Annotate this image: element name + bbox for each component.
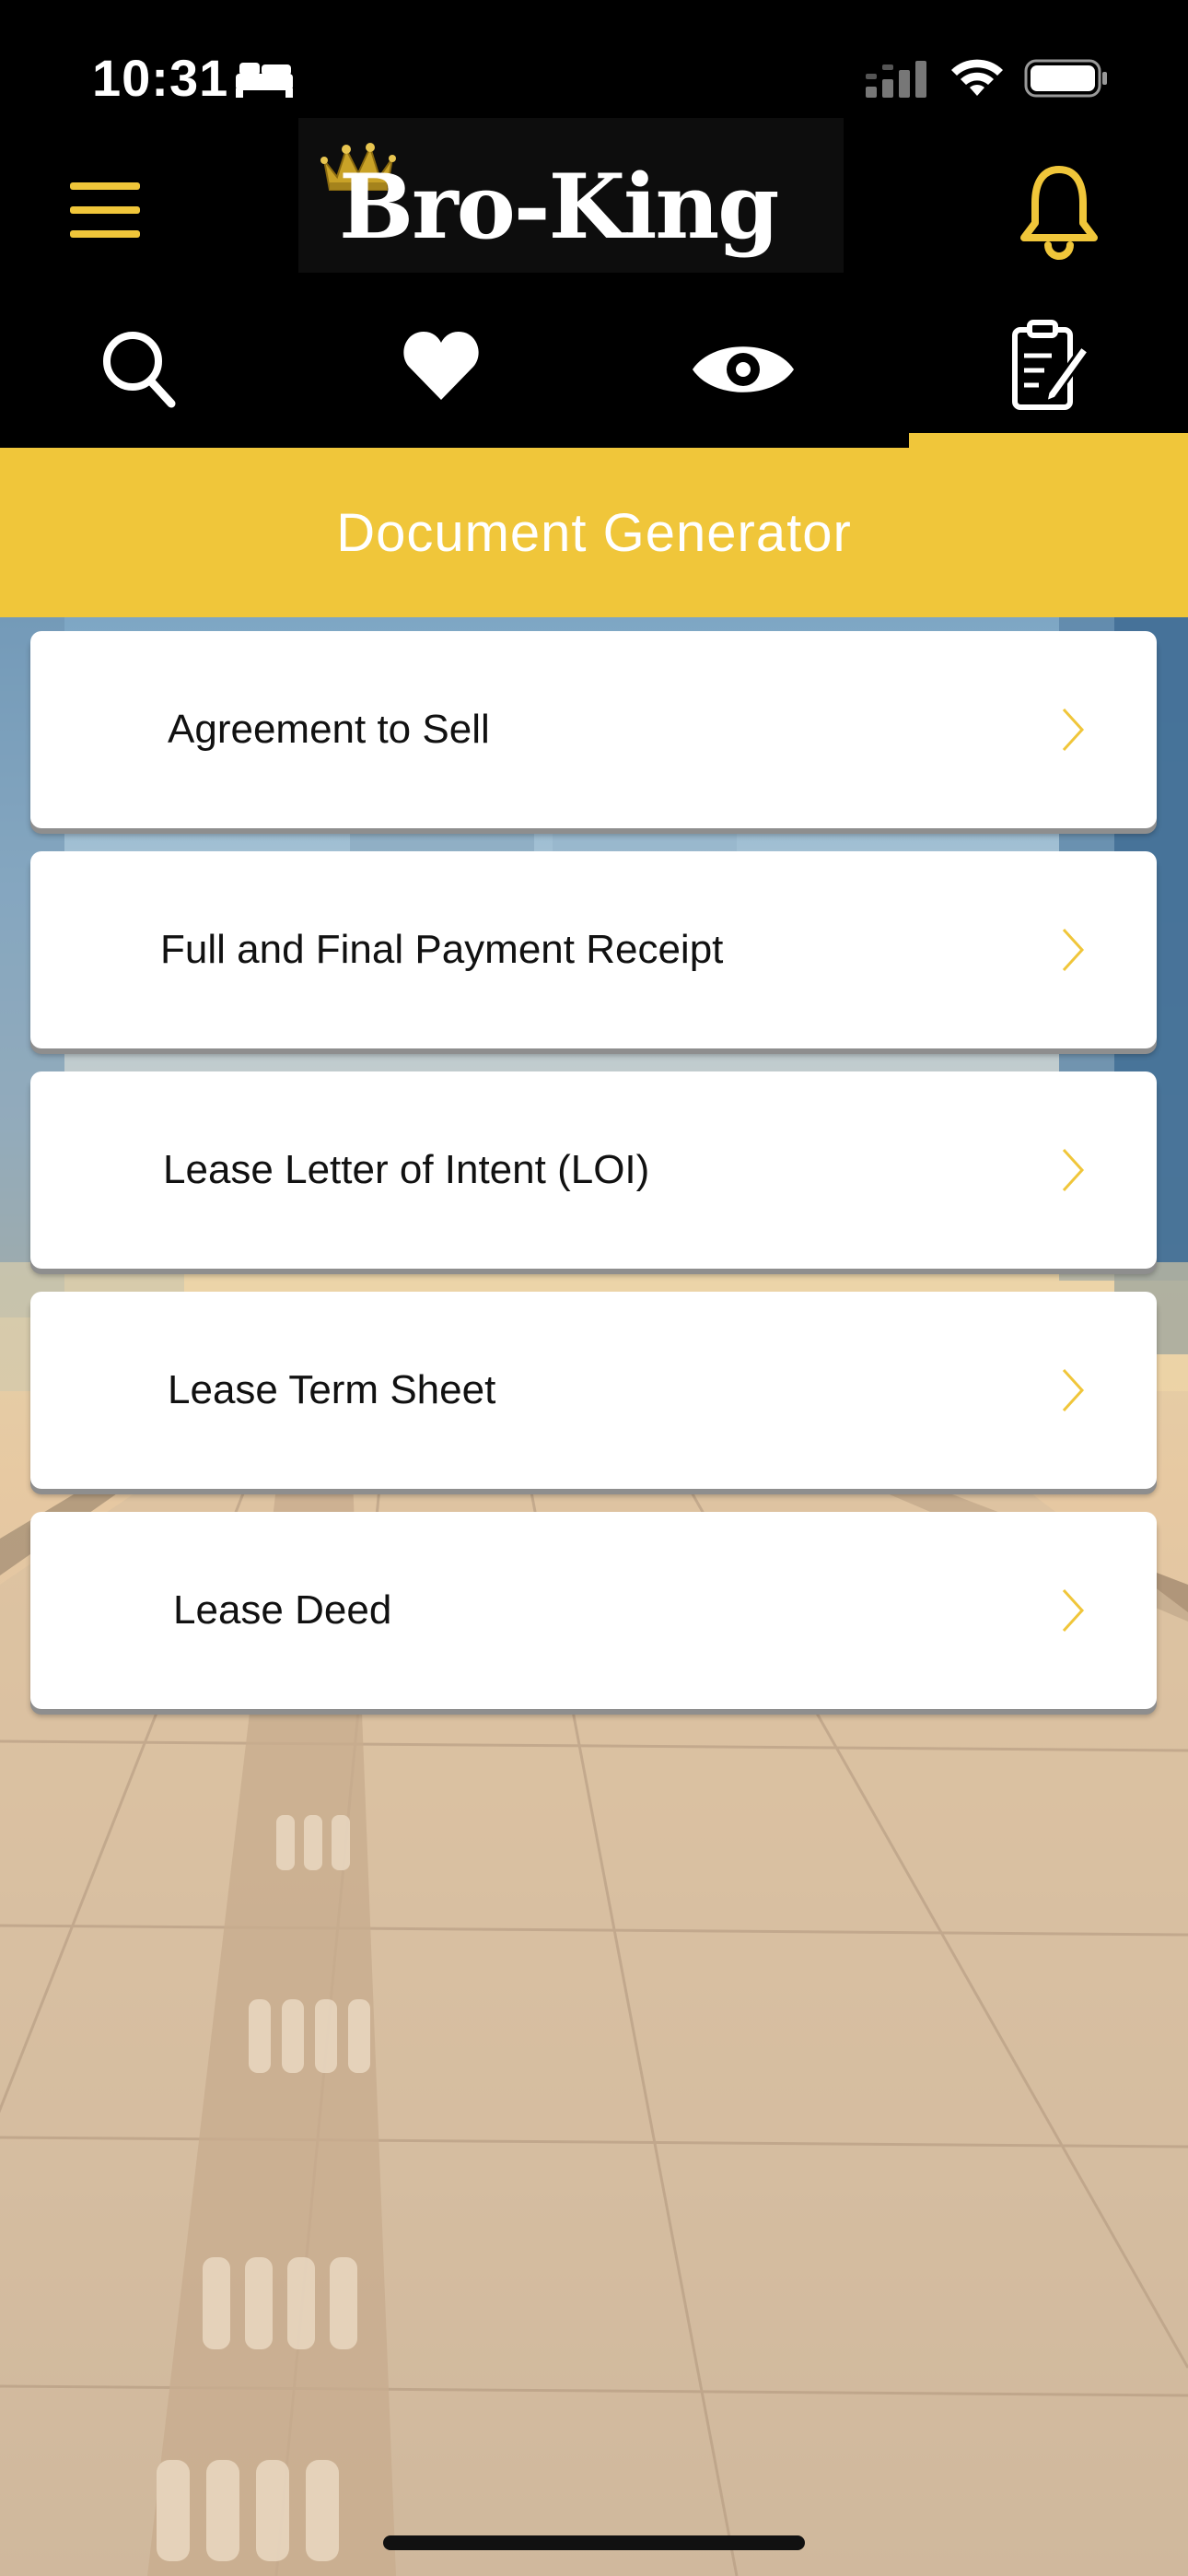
list-item-agreement-to-sell[interactable]: Agreement to Sell [30, 631, 1157, 828]
cellular-signal-icon [866, 61, 926, 98]
logo-text: Bro-King [339, 155, 779, 259]
hamburger-menu-icon [70, 182, 140, 238]
chevron-right-icon [1062, 1588, 1085, 1633]
battery-icon [1024, 59, 1107, 98]
home-indicator[interactable] [383, 2535, 805, 2550]
list-item-label: Agreement to Sell [168, 707, 490, 752]
edit-document-icon [1012, 320, 1089, 410]
list-item-full-final-payment-receipt[interactable]: Full and Final Payment Receipt [30, 851, 1157, 1048]
eye-icon [693, 346, 794, 392]
chevron-right-icon [1062, 928, 1085, 972]
list-item-label: Full and Final Payment Receipt [160, 927, 724, 972]
brand-logo: Bro-King [298, 118, 844, 273]
page-title: Document Generator [336, 502, 852, 563]
wifi-icon [951, 59, 1003, 96]
bell-icon [1020, 166, 1098, 260]
tab-bar [0, 304, 1188, 448]
list-item-lease-deed[interactable]: Lease Deed [30, 1512, 1157, 1709]
status-time: 10:31 [92, 49, 229, 107]
list-item-lease-term-sheet[interactable]: Lease Term Sheet [30, 1292, 1157, 1489]
chevron-right-icon [1062, 1148, 1085, 1192]
search-icon [103, 332, 176, 408]
notifications-button[interactable] [1013, 162, 1105, 262]
chevron-right-icon [1062, 1368, 1085, 1412]
bed-icon [236, 63, 293, 98]
chevron-right-icon [1062, 708, 1085, 752]
page-title-bar: Document Generator [0, 448, 1188, 617]
list-item-label: Lease Deed [173, 1587, 392, 1633]
menu-button[interactable] [68, 179, 144, 241]
app-header: 10:31 Bro-King [0, 0, 1188, 448]
list-item-lease-letter-of-intent[interactable]: Lease Letter of Intent (LOI) [30, 1071, 1157, 1269]
active-tab-indicator [909, 433, 1188, 448]
tab-viewed[interactable] [593, 304, 890, 448]
tab-documents[interactable] [890, 304, 1186, 448]
tab-favorites[interactable] [297, 304, 593, 448]
heart-icon [403, 332, 479, 400]
list-item-label: Lease Letter of Intent (LOI) [163, 1147, 650, 1192]
list-item-label: Lease Term Sheet [168, 1367, 496, 1412]
tab-search[interactable] [0, 304, 297, 448]
